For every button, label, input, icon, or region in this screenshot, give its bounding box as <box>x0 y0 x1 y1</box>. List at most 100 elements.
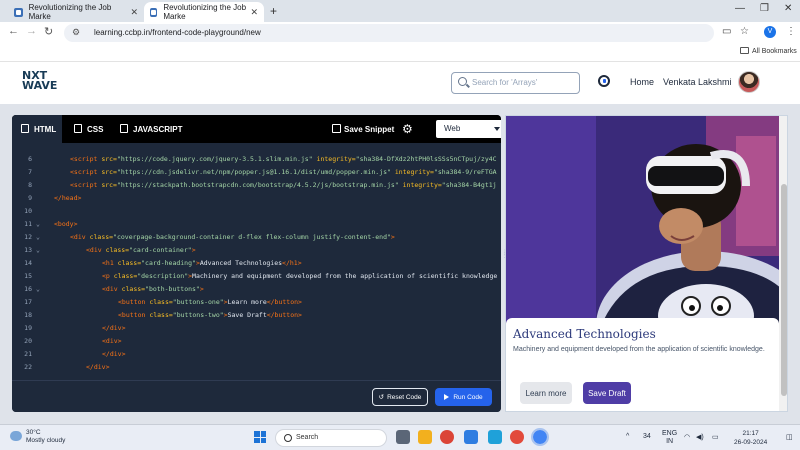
file-explorer-icon[interactable] <box>418 430 432 444</box>
close-tab-icon[interactable]: ✕ <box>250 7 258 18</box>
view-select[interactable]: Web <box>436 120 501 138</box>
store-icon[interactable] <box>488 430 502 444</box>
line-number: 19 <box>24 324 32 332</box>
tray-chevron-icon[interactable]: ^ <box>626 433 629 440</box>
browser-tab-active[interactable]: Revolutionizing the Job Marke ✕ <box>144 2 264 22</box>
chrome-active-icon[interactable] <box>531 428 549 446</box>
line-number: 10 <box>24 207 32 215</box>
card-description: Machinery and equipment developed from t… <box>513 346 765 353</box>
browser-tab[interactable]: Revolutionizing the Job Marke ✕ <box>8 2 144 22</box>
code-line[interactable]: 13 ⌄ <div class="card-container"> <box>12 246 501 259</box>
search-input[interactable]: Search for 'Arrays' <box>451 72 580 94</box>
code-line[interactable]: 16 ⌄ <div class="both-buttons"> <box>12 285 501 298</box>
tray-badge-count[interactable]: 34 <box>643 433 651 440</box>
code-line[interactable]: 10 <box>12 207 501 220</box>
nxtwave-logo[interactable]: NXT WAVE <box>22 70 57 91</box>
tab-javascript[interactable]: JAVASCRIPT <box>120 124 183 134</box>
user-name[interactable]: Venkata Lakshmi <box>663 77 732 87</box>
notification-icon[interactable]: ◫ <box>786 433 793 441</box>
code-line[interactable]: 8 <script src="https://stackpath.bootstra… <box>12 181 501 194</box>
code-line[interactable]: 21 </div> <box>12 350 501 363</box>
tab-css[interactable]: CSS <box>74 124 103 134</box>
close-window-icon[interactable]: ✕ <box>784 3 792 14</box>
back-icon[interactable]: ← <box>8 25 19 37</box>
user-avatar[interactable] <box>738 71 760 93</box>
url-bar[interactable]: ⚙ learning.ccbp.in/frontend-code-playgro… <box>64 24 714 42</box>
menu-dots-icon[interactable]: ⋮ <box>786 26 796 37</box>
windows-start-icon[interactable] <box>254 431 266 443</box>
code-line[interactable]: 9 </head> <box>12 194 501 207</box>
fold-chevron-icon[interactable]: ⌄ <box>36 285 40 293</box>
code-line[interactable]: 7 <script src="https://cdn.jsdelivr.net/n… <box>12 168 501 181</box>
save-snippet-button[interactable]: Save Snippet <box>332 124 394 134</box>
code-text: </div> <box>102 350 125 358</box>
taskbar-search[interactable]: Search <box>275 429 387 447</box>
new-tab-icon[interactable]: + <box>270 4 277 18</box>
code-token: Save Draft <box>227 311 267 319</box>
preview-scrollbar[interactable] <box>779 116 787 411</box>
learn-more-button[interactable]: Learn more <box>520 382 572 404</box>
forward-icon[interactable]: → <box>26 25 37 37</box>
code-line[interactable]: 15 <p class="description">Machinery and e… <box>12 272 501 285</box>
volume-icon[interactable]: ◀) <box>696 433 704 441</box>
battery-icon[interactable]: ▭ <box>712 433 719 441</box>
code-line[interactable]: 12 ⌄ <div class="coverpage-background-cont… <box>12 233 501 246</box>
code-line[interactable]: 17 <button class="buttons-one">Learn more… <box>12 298 501 311</box>
code-token: src= <box>101 168 117 176</box>
wifi-icon[interactable]: ◠ <box>684 433 690 441</box>
streak-timer-icon[interactable] <box>598 75 610 87</box>
code-token: "buttons-one" <box>172 298 224 306</box>
code-line[interactable]: 14 <h1 class="card-heading">Advanced Tech… <box>12 259 501 272</box>
code-line[interactable]: 6 <script src="https://code.jquery.com/jq… <box>12 155 501 168</box>
code-line[interactable]: 22 </div> <box>12 363 501 376</box>
scrollbar-thumb[interactable] <box>781 184 787 396</box>
code-line[interactable]: 11 ⌄ <body> <box>12 220 501 233</box>
line-number: 17 <box>24 298 32 306</box>
language-indicator[interactable]: ENG IN <box>662 430 677 446</box>
code-area[interactable]: 6 <script src="https://code.jquery.com/jq… <box>12 155 501 380</box>
code-token: "https://stackpath.bootstrapcdn.com/boot… <box>116 181 399 189</box>
css3-icon <box>74 124 82 133</box>
clock-time: 21:17 <box>742 430 759 437</box>
restore-icon[interactable]: ❐ <box>760 3 769 14</box>
code-token: src= <box>101 181 117 189</box>
code-line[interactable]: 19 </div> <box>12 324 501 337</box>
address-bar-row: ← → ↻ ⚙ learning.ccbp.in/frontend-code-p… <box>0 22 800 43</box>
app-icon[interactable] <box>510 430 524 444</box>
code-token: > <box>199 285 204 293</box>
run-code-label: Run Code <box>453 393 483 401</box>
windows-taskbar: 30°C Mostly cloudy Search ^ 34 ENG IN ◠ ◀… <box>0 424 800 450</box>
weather-widget[interactable]: 30°C Mostly cloudy <box>10 429 65 445</box>
close-tab-icon[interactable]: ✕ <box>130 7 138 18</box>
site-info-icon[interactable]: ⚙ <box>72 27 80 38</box>
settings-gear-icon[interactable]: ⚙ <box>402 122 413 136</box>
code-token: <script <box>70 181 102 189</box>
system-clock[interactable]: 21:17 26-09-2024 <box>734 429 767 447</box>
chrome-icon[interactable] <box>440 430 454 444</box>
code-token: src= <box>101 155 117 163</box>
code-line[interactable]: 20 <div> <box>12 337 501 350</box>
fold-chevron-icon[interactable]: ⌄ <box>36 220 40 228</box>
run-code-button[interactable]: Run Code <box>435 388 492 406</box>
task-view-icon[interactable] <box>396 430 410 444</box>
browser-tab-strip: Revolutionizing the Job Marke ✕ Revoluti… <box>0 0 800 22</box>
bookmark-star-icon[interactable]: ☆ <box>740 26 749 37</box>
tab-html[interactable]: HTML <box>12 115 62 143</box>
code-line[interactable]: 18 <button class="buttons-two">Save Draft… <box>12 311 501 324</box>
all-bookmarks-button[interactable]: All Bookmarks <box>740 47 797 55</box>
code-token: integrity= <box>390 168 434 176</box>
edge-icon[interactable] <box>464 430 478 444</box>
fold-chevron-icon[interactable]: ⌄ <box>36 233 40 241</box>
minimize-icon[interactable]: — <box>735 3 745 14</box>
code-text: <div class="card-container"> <box>86 246 196 254</box>
reset-code-button[interactable]: ↺ Reset Code <box>372 388 428 406</box>
home-link[interactable]: Home <box>630 77 654 87</box>
cast-icon[interactable]: ▭ <box>722 26 731 37</box>
code-token: </div> <box>86 363 110 371</box>
reload-icon[interactable]: ↻ <box>44 25 53 38</box>
line-number: 12 <box>24 233 32 241</box>
save-draft-button[interactable]: Save Draft <box>583 382 631 404</box>
code-token: class= <box>121 285 146 293</box>
fold-chevron-icon[interactable]: ⌄ <box>36 246 40 254</box>
profile-avatar[interactable]: V <box>764 26 776 38</box>
